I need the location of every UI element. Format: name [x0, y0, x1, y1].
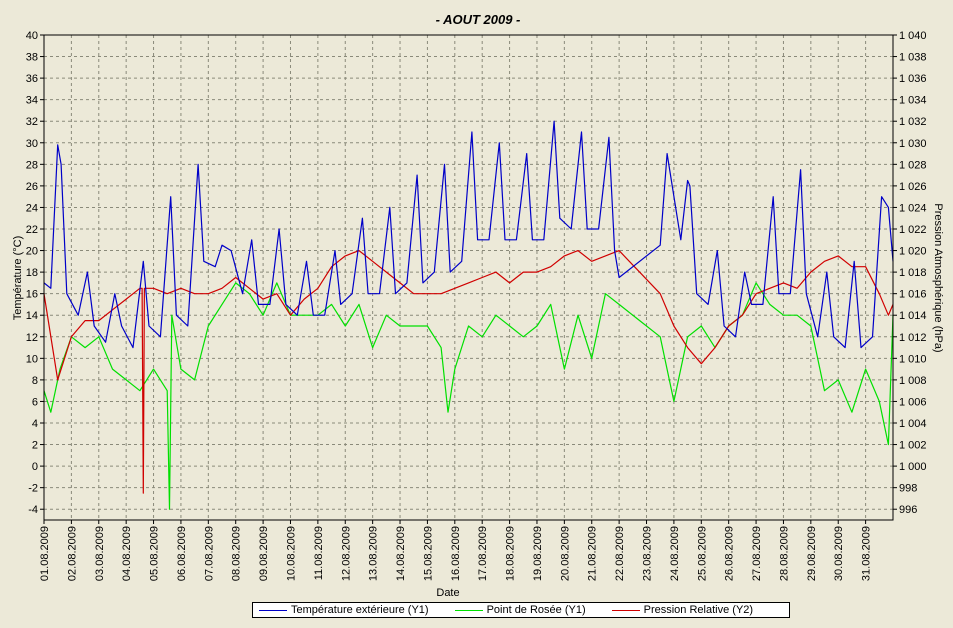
x-tick-label: 27.08.2009 — [751, 526, 763, 581]
x-tick-label: 01.08.2009 — [39, 526, 51, 581]
y-tick-label: 30 — [26, 138, 38, 150]
y-tick-label: 34 — [26, 95, 38, 107]
y2-tick-label: 1 022 — [899, 224, 927, 236]
x-tick-label: 28.08.2009 — [778, 526, 790, 581]
y2-tick-label: 1 016 — [899, 289, 927, 301]
y-axis-label: Température (°C) — [12, 236, 24, 320]
y2-tick-label: 1 026 — [899, 181, 927, 193]
y-tick-label: 14 — [26, 310, 38, 322]
legend-item-pressure: Pression Relative (Y2) — [611, 604, 754, 616]
legend-item-temperature: Température extérieure (Y1) — [259, 604, 429, 616]
y-axis-right: 996 998 1 000 1 002 1 004 1 006 1 008 1 010 1 01… — [893, 30, 927, 516]
x-tick-label: 25.08.2009 — [696, 526, 708, 581]
chart-canvas: -4-2024681012141618202224262830323436384… — [12, 12, 944, 599]
y-tick-label: 10 — [26, 353, 38, 365]
y2-tick-label: 1 000 — [899, 461, 927, 473]
y-tick-label: 36 — [26, 73, 38, 85]
legend-label-temperature: Température extérieure (Y1) — [291, 604, 429, 616]
x-axis-label: Date — [436, 587, 459, 599]
x-tick-label: 03.08.2009 — [94, 526, 106, 581]
y-tick-label: 22 — [26, 224, 38, 236]
y2-tick-label: 1 008 — [899, 375, 927, 387]
y-tick-label: 24 — [26, 202, 38, 214]
x-tick-label: 08.08.2009 — [231, 526, 243, 581]
x-tick-label: 24.08.2009 — [669, 526, 681, 581]
y2-tick-label: 1 038 — [899, 52, 927, 64]
y-tick-label: 8 — [32, 375, 38, 387]
y2-tick-label: 1 030 — [899, 138, 927, 150]
y2-tick-label: 998 — [899, 483, 917, 495]
x-tick-label: 19.08.2009 — [532, 526, 544, 581]
x-tick-label: 20.08.2009 — [559, 526, 571, 581]
x-tick-label: 30.08.2009 — [833, 526, 845, 581]
x-tick-label: 14.08.2009 — [395, 526, 407, 581]
legend: Température extérieure (Y1) Point de Ros… — [252, 602, 790, 618]
y-tick-label: -4 — [28, 504, 38, 516]
x-tick-label: 29.08.2009 — [806, 526, 818, 581]
y-tick-label: 2 — [32, 440, 38, 452]
y2-tick-label: 1 036 — [899, 73, 927, 85]
y2-tick-label: 1 014 — [899, 310, 927, 322]
x-tick-label: 10.08.2009 — [285, 526, 297, 581]
chart-title: - AOUT 2009 - — [436, 12, 521, 27]
y2-tick-label: 1 010 — [899, 353, 927, 365]
y2-tick-label: 1 006 — [899, 396, 927, 408]
y-tick-label: 20 — [26, 246, 38, 258]
x-tick-label: 02.08.2009 — [66, 526, 78, 581]
x-tick-label: 17.08.2009 — [477, 526, 489, 581]
y2-tick-label: 1 032 — [899, 116, 927, 128]
y-tick-label: 38 — [26, 52, 38, 64]
legend-label-dewpoint: Point de Rosée (Y1) — [486, 604, 586, 616]
y-tick-label: 0 — [32, 461, 38, 473]
y-tick-label: 28 — [26, 159, 38, 171]
x-tick-label: 15.08.2009 — [422, 526, 434, 581]
x-tick-label: 11.08.2009 — [313, 526, 325, 580]
x-tick-label: 23.08.2009 — [642, 526, 654, 581]
y-axis-left: -4-2024681012141618202224262830323436384… — [26, 30, 44, 516]
x-tick-label: 05.08.2009 — [149, 526, 161, 581]
y2-tick-label: 1 034 — [899, 95, 927, 107]
legend-swatch-pressure — [611, 609, 640, 611]
y2-tick-label: 1 028 — [899, 159, 927, 171]
y2-tick-label: 996 — [899, 504, 917, 516]
y2-tick-label: 1 040 — [899, 30, 927, 42]
y2-axis-label: Pression Atmosphérique (hPa) — [932, 203, 944, 352]
y-tick-label: 16 — [26, 289, 38, 301]
y-tick-label: 32 — [26, 116, 38, 128]
y-tick-label: 4 — [32, 418, 38, 430]
y2-tick-label: 1 002 — [899, 440, 927, 452]
y-tick-label: 26 — [26, 181, 38, 193]
x-tick-label: 12.08.2009 — [340, 526, 352, 581]
y-tick-label: -2 — [28, 483, 38, 495]
y-tick-label: 18 — [26, 267, 38, 279]
y2-tick-label: 1 004 — [899, 418, 927, 430]
x-tick-label: 26.08.2009 — [724, 526, 736, 581]
legend-swatch-temperature — [259, 609, 287, 611]
x-tick-label: 21.08.2009 — [587, 526, 599, 581]
x-tick-label: 07.08.2009 — [203, 526, 215, 581]
legend-label-pressure: Pression Relative (Y2) — [643, 604, 754, 616]
x-tick-label: 16.08.2009 — [450, 526, 462, 581]
legend-item-dewpoint: Point de Rosée (Y1) — [454, 604, 586, 616]
y2-tick-label: 1 018 — [899, 267, 927, 279]
x-tick-label: 13.08.2009 — [368, 526, 380, 581]
x-tick-label: 09.08.2009 — [258, 526, 270, 581]
x-tick-label: 04.08.2009 — [121, 526, 133, 581]
y2-tick-label: 1 024 — [899, 202, 927, 214]
y2-tick-label: 1 012 — [899, 332, 927, 344]
x-tick-label: 22.08.2009 — [614, 526, 626, 581]
y-tick-label: 12 — [26, 332, 38, 344]
legend-swatch-dewpoint — [454, 609, 483, 611]
y-tick-label: 40 — [26, 30, 38, 42]
y-tick-label: 6 — [32, 396, 38, 408]
x-tick-label: 18.08.2009 — [505, 526, 517, 581]
x-tick-label: 31.08.2009 — [861, 526, 873, 581]
x-tick-label: 06.08.2009 — [176, 526, 188, 581]
y2-tick-label: 1 020 — [899, 246, 927, 258]
x-axis: 01.08.2009 02.08.2009 03.08.2009 04.08.2009… — [39, 520, 873, 581]
